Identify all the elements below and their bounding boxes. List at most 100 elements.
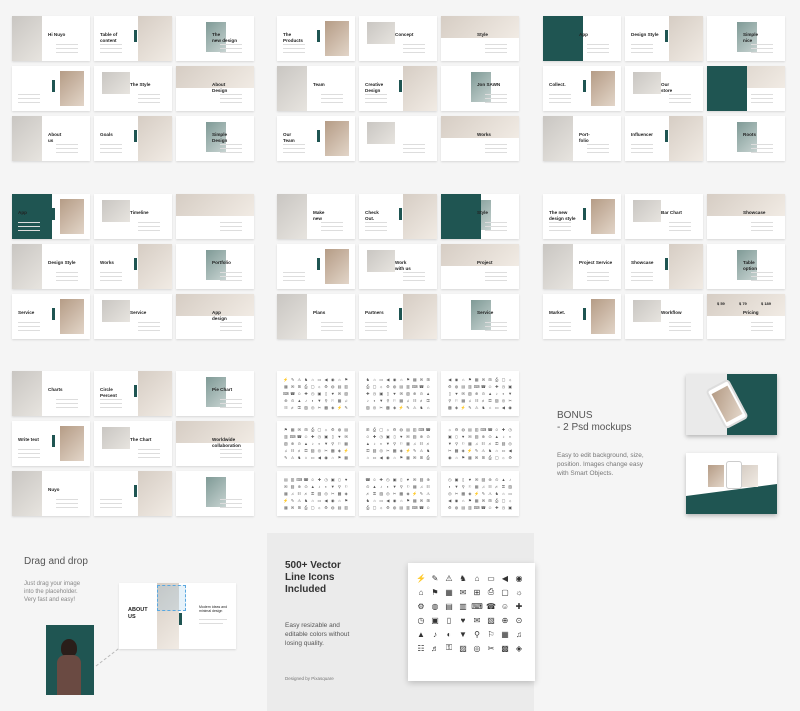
line-icon: ▤ <box>445 601 453 611</box>
slide-thumbnail: ⊞ ⎙ ▢ ☼ ⚙ ◍ ▤ ▥ ⌨ ☎ ☺ ✚ ◷ ▣ ▯ ♥ ✉ ▧ ⊕ ⊙ ▲ ♪ ◐ ▼ ⚲ ⚐ ▦ ♫ ☷ ♬ ⚿ ▨ ◎ ✂ ▩ ◈ ⚡ ✎ ⚠ ♞… <box>359 421 437 466</box>
slide-title: App design <box>212 310 227 321</box>
slide-thumbnail: Service <box>12 294 90 339</box>
drag-slide-title: ABOUT US <box>128 607 148 620</box>
slide-title: Showcase <box>631 260 654 265</box>
slide-thumbnail: Table option <box>707 244 785 289</box>
slide-thumbnail: App <box>543 16 621 61</box>
slide-thumbnail: Port- folio <box>543 116 621 161</box>
slide-title: Design Style <box>631 32 659 37</box>
slide-thumbnail: ☼ ⚙ ◍ ▤ ▥ ⌨ ☎ ☺ ✚ ◷ ▣ ▯ ♥ ✉ ▧ ⊕ ⊙ ▲ ♪ ◐ ▼ ⚲ ⚐ ▦ ♫ ☷ ♬ ⚿ ▨ ◎ ✂ ▩ ◈ ⚡ ✎ ⚠ ♞ ⌂ ▭ ◀… <box>441 421 519 466</box>
slide-grid-4: App Timeline Design Style Works Portfolio Ser… <box>12 194 254 339</box>
slide-thumbnail: ▤ ▥ ⌨ ☎ ☺ ✚ ◷ ▣ ▯ ♥ ✉ ▧ ⊕ ⊙ ▲ ♪ ◐ ▼ ⚲ ⚐ ▦ ♫ ☷ ♬ ⚿ ▨ ◎ ✂ ▩ ◈ ⚡ ✎ ⚠ ♞ ⌂ ▭ ◀ ◉ ⌂ ⚑… <box>277 471 355 516</box>
line-icon: ▼ <box>459 629 467 639</box>
slide-title: Pricing <box>743 310 759 315</box>
icon-grid: ⚡ ✎ ⚠ ♞ ⌂ ▭ ◀ ◉ ⌂ ⚑ ▦ ✉ ⊞ ⎙ ▢ ☼ ⚙ ◍ ▤ ▥ ⌨ ☎ ☺ ✚ ◷ ▣ ▯ ♥ ✉ ▧ ⊕ ⊙ ▲ ♪ ◐ ▼ ⚲ ⚐ ▦ ♫… <box>414 571 526 655</box>
line-icon: ☎ <box>486 601 496 611</box>
line-icon: ♞ <box>459 573 467 583</box>
slide-title: Creative Design <box>365 82 384 93</box>
vector-credit: Designed by Pixasquare <box>285 676 334 681</box>
line-icon: ◐ <box>446 629 452 639</box>
slide-title: Project Service <box>579 260 613 265</box>
slide-title: Service <box>477 310 494 315</box>
line-icon: ▧ <box>487 615 495 625</box>
line-icon: ✚ <box>515 601 523 611</box>
slide-thumbnail: Creative Design <box>359 66 437 111</box>
line-icon: ◎ <box>473 643 481 653</box>
slide-title: Nuyo <box>48 487 60 492</box>
slide-title: App <box>579 32 588 37</box>
slide-title: Pie Chart <box>212 387 233 392</box>
line-icon: ⚙ <box>417 601 425 611</box>
slide-thumbnail: Influencer <box>625 116 703 161</box>
slide-thumbnail: The new design <box>176 16 254 61</box>
slide-thumbnail: Project <box>441 244 519 289</box>
slide-title: Make new <box>313 210 325 221</box>
slide-thumbnail: Jon SAWN <box>441 66 519 111</box>
line-icon: ▲ <box>417 629 425 639</box>
slide-title: Market. <box>549 310 566 315</box>
drag-slide: ABOUT US Modern ideas and minimal design <box>119 583 236 649</box>
line-icon: ▯ <box>446 615 452 625</box>
line-icon: ⚲ <box>474 629 480 639</box>
slide-title: About us <box>48 132 62 143</box>
placeholder-box[interactable] <box>157 585 186 611</box>
line-icon: ⚠ <box>445 573 453 583</box>
slide-thumbnail: Simple nice <box>707 16 785 61</box>
slide-title: Partners <box>365 310 384 315</box>
slide-title: The Style <box>130 82 151 87</box>
line-icon: ◍ <box>431 601 439 611</box>
slide-title: Timeline <box>130 210 149 215</box>
line-icon: ♥ <box>460 615 466 625</box>
slide-thumbnail: Timeline <box>94 194 172 239</box>
slide-thumbnail: Project Service <box>543 244 621 289</box>
drag-heading: Drag and drop <box>24 556 88 567</box>
slide-grid-8: ⚡ ✎ ⚠ ♞ ⌂ ▭ ◀ ◉ ⌂ ⚑ ▦ ✉ ⊞ ⎙ ▢ ☼ ⚙ ◍ ▤ ▥ ⌨ ☎ ☺ ✚ ◷ ▣ ▯ ♥ ✉ ▧ ⊕ ⊙ ▲ ♪ ◐ ▼ ⚲ ⚐ ▦ ♫… <box>277 371 519 516</box>
slide-title: Plans <box>313 310 326 315</box>
slide-title: Our store <box>661 82 673 93</box>
slide-thumbnail: Worldwide collaboration <box>176 421 254 466</box>
slide-thumbnail: Team <box>277 66 355 111</box>
line-icon: ◷ <box>417 615 425 625</box>
line-icon: ✎ <box>431 573 439 583</box>
line-icon: ⚑ <box>431 587 439 597</box>
line-icon: ▢ <box>501 587 509 597</box>
slide-thumbnail: ◀ ◉ ⌂ ⚑ ▦ ✉ ⊞ ⎙ ▢ ☼ ⚙ ◍ ▤ ▥ ⌨ ☎ ☺ ✚ ◷ ▣ ▯ ♥ ✉ ▧ ⊕ ⊙ ▲ ♪ ◐ ▼ ⚲ ⚐ ▦ ♫ ☷ ♬ ⚿ ▨ ◎ ✂… <box>441 371 519 416</box>
slide-thumbnail: ⚑ ▦ ✉ ⊞ ⎙ ▢ ☼ ⚙ ◍ ▤ ▥ ⌨ ☎ ☺ ✚ ◷ ▣ ▯ ♥ ✉ ▧ ⊕ ⊙ ▲ ♪ ◐ ▼ ⚲ ⚐ ▦ ♫ ☷ ♬ ⚿ ▨ ◎ ✂ ▩ ◈ ⚡… <box>277 421 355 466</box>
slide-title: Bar Chart <box>661 210 682 215</box>
slide-thumbnail: Market. <box>543 294 621 339</box>
slide-thumbnail: Roots <box>707 116 785 161</box>
slide-title: Our Team <box>283 132 295 143</box>
line-icon: ▣ <box>431 615 439 625</box>
slide-thumbnail: Circle Percent <box>94 371 172 416</box>
slide-title: Work with us <box>395 260 411 271</box>
line-icon: ◀ <box>501 573 509 583</box>
line-icon: ♪ <box>433 629 437 639</box>
slide-thumbnail: Works <box>94 244 172 289</box>
slide-title: Style <box>477 32 488 37</box>
slide-thumbnail: ◷ ▣ ▯ ♥ ✉ ▧ ⊕ ⊙ ▲ ♪ ◐ ▼ ⚲ ⚐ ▦ ♫ ☷ ♬ ⚿ ▨ ◎ ✂ ▩ ◈ ⚡ ✎ ⚠ ♞ ⌂ ▭ ◀ ◉ ⌂ ⚑ ▦ ✉ ⊞ ⎙ ▢ ☼… <box>441 471 519 516</box>
slide-thumbnail: Make new <box>277 194 355 239</box>
slide-title: App <box>18 210 27 215</box>
slide-title: Collect. <box>549 82 566 87</box>
slide-title: Port- folio <box>579 132 590 143</box>
slide-thumbnail: ☎ ☺ ✚ ◷ ▣ ▯ ♥ ✉ ▧ ⊕ ⊙ ▲ ♪ ◐ ▼ ⚲ ⚐ ▦ ♫ ☷ ♬ ⚿ ▨ ◎ ✂ ▩ ◈ ⚡ ✎ ⚠ ♞ ⌂ ▭ ◀ ◉ ⌂ ⚑ ▦ ✉ ⊞… <box>359 471 437 516</box>
line-icon: ⊕ <box>501 615 509 625</box>
line-icon: ▭ <box>487 573 495 583</box>
icons-sheet: ⚡ ✎ ⚠ ♞ ⌂ ▭ ◀ ◉ ⌂ ⚑ ▦ ✉ ⊞ ⎙ ▢ ☼ ⚙ ◍ ▤ ▥ ⌨ ☎ ☺ ✚ ◷ ▣ ▯ ♥ ✉ ▧ ⊕ ⊙ ▲ ♪ ◐ ▼ ⚲ ⚐ ▦ ♫… <box>408 563 535 681</box>
line-icon: ✂ <box>487 643 495 653</box>
line-icon: ▦ <box>501 629 509 639</box>
slide-title: About Design <box>212 82 228 93</box>
slide-title: The new design <box>212 32 238 43</box>
line-icon: ▩ <box>501 643 509 653</box>
line-icon: ⚿ <box>445 643 453 652</box>
slide-thumbnail: Collect. <box>543 66 621 111</box>
line-icon: ⚐ <box>487 629 495 639</box>
vector-text: Easy resizable and editable colors witho… <box>285 622 350 647</box>
line-icon: ⊞ <box>473 587 481 597</box>
slide-title: Circle Percent <box>100 387 117 398</box>
line-icon: ◉ <box>515 573 523 583</box>
line-icon: ✉ <box>459 587 467 597</box>
slide-title: Style <box>477 210 488 215</box>
slide-title: Hi Nuyo <box>48 32 66 37</box>
slide-thumbnail: Portfolio <box>176 244 254 289</box>
